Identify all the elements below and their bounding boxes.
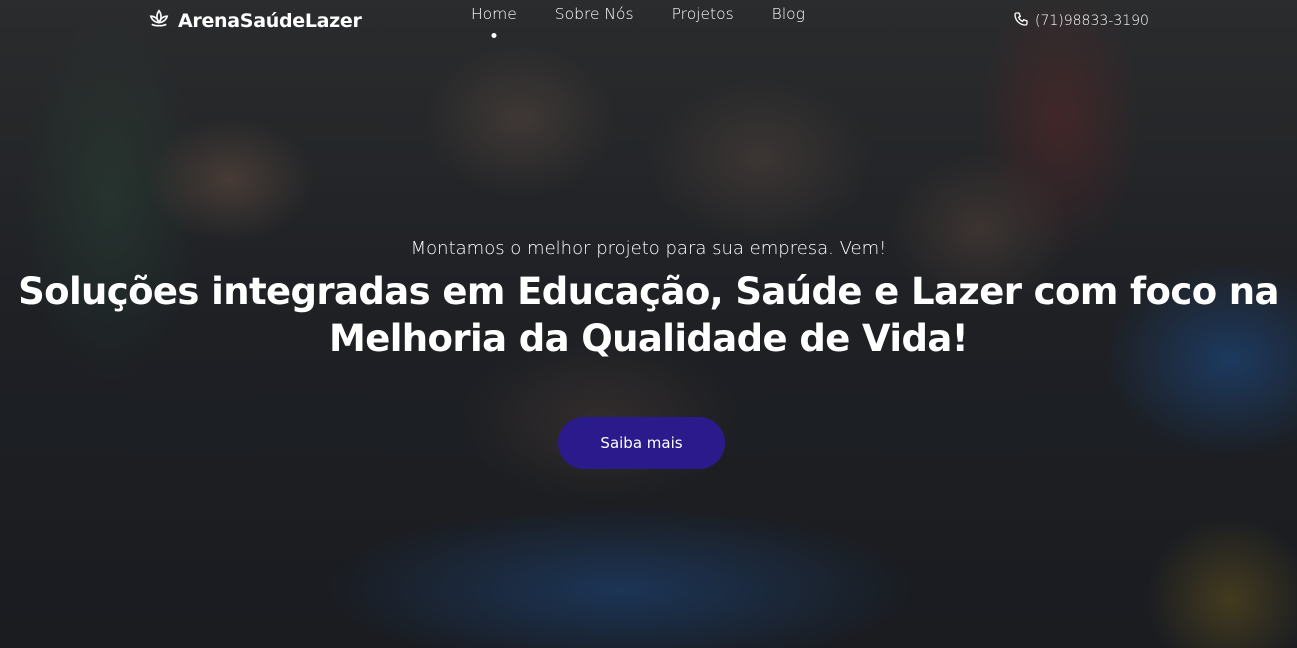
active-indicator-dot	[491, 33, 497, 38]
nav-blog-label: Blog	[771, 5, 805, 23]
saiba-mais-button[interactable]: Saiba mais	[558, 417, 725, 469]
phone-icon	[1013, 11, 1029, 31]
nav-sobre-nos-label: Sobre Nós	[554, 5, 634, 23]
lotus-icon	[148, 8, 170, 33]
hero-headline: Soluções integradas em Educação, Saúde e…	[0, 268, 1297, 362]
phone-number: (71)98833-3190	[1035, 13, 1149, 29]
phone-link[interactable]: (71)98833-3190	[1013, 11, 1149, 31]
hero-content: Montamos o melhor projeto para sua empre…	[0, 236, 1297, 362]
hero-tagline: Montamos o melhor projeto para sua empre…	[410, 238, 887, 259]
nav-projetos-label: Projetos	[671, 5, 734, 23]
navbar: ArenaSaúdeLazer Home Sobre Nós Projetos …	[0, 0, 1297, 40]
main-nav: Home Sobre Nós Projetos Blog	[471, 5, 843, 38]
nav-sobre-nos[interactable]: Sobre Nós	[555, 5, 634, 23]
hero-headline-line1: Soluções integradas em Educação, Saúde e…	[18, 270, 1279, 313]
nav-home[interactable]: Home	[471, 5, 517, 38]
nav-projetos[interactable]: Projetos	[672, 5, 734, 23]
brand-name: ArenaSaúdeLazer	[178, 9, 362, 32]
nav-home-label: Home	[471, 5, 517, 23]
hero-headline-line2: Melhoria da Qualidade de Vida!	[329, 317, 969, 360]
brand-logo-link[interactable]: ArenaSaúdeLazer	[148, 8, 362, 33]
nav-blog[interactable]: Blog	[772, 5, 805, 23]
